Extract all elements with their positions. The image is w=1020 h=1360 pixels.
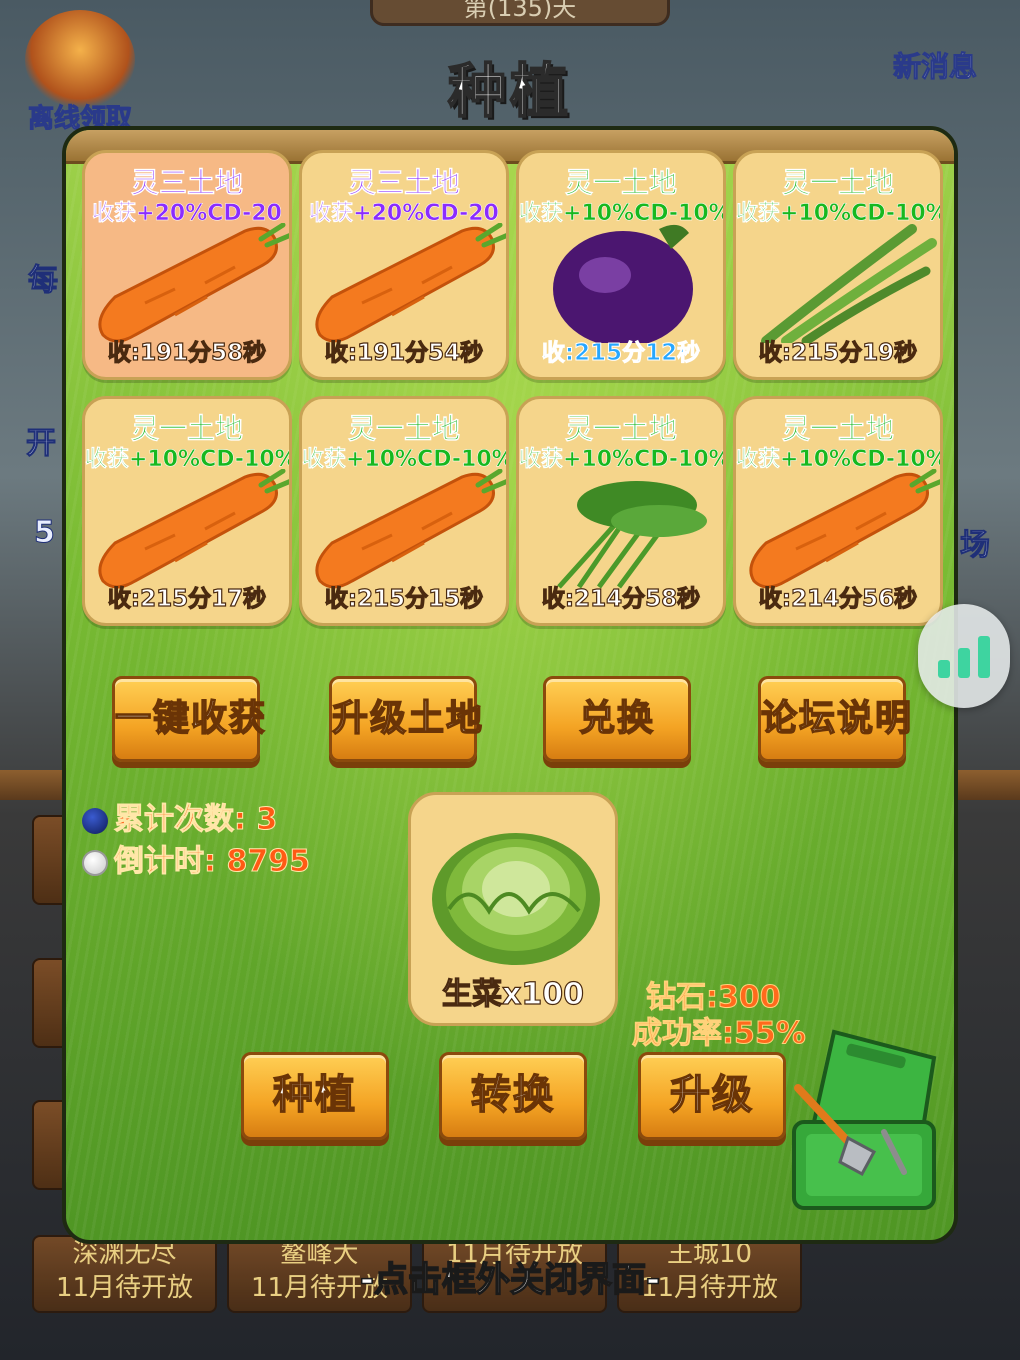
planting-panel: 灵三土地 收获+20%CD-20 收:191分58秒 灵三土地 收获+20%CD-20 收… xyxy=(62,126,958,1244)
plot-timer: 收:215分17秒 xyxy=(107,585,267,612)
seed-slot[interactable]: 生菜x100 xyxy=(408,792,618,1026)
toolbox-icon[interactable] xyxy=(784,1022,954,1222)
new-message-label[interactable]: 新消息 xyxy=(892,45,977,85)
green-bean-icon xyxy=(761,224,937,343)
plot-timer: 收:215分19秒 xyxy=(758,339,918,366)
land-plot[interactable]: 灵三土地 收获+20%CD-20 收:191分58秒 xyxy=(82,150,292,380)
eggplant-icon xyxy=(553,224,693,343)
land-plot[interactable]: 灵一土地 收获+10%CD-10% 收:214分56秒 xyxy=(733,396,943,626)
close-hint: -点击框外关闭界面- xyxy=(359,1259,661,1301)
land-plot[interactable]: 灵一土地 收获+10%CD-10% 收:215分15秒 xyxy=(299,396,509,626)
upgrade-land-button[interactable]: 升级土地 xyxy=(329,676,483,762)
plot-bonus: 收获+10%CD-10% xyxy=(302,447,509,473)
plot-timer: 收:215分15秒 xyxy=(324,585,484,612)
signal-bars-icon xyxy=(938,636,990,678)
countdown-value: 8795 xyxy=(226,844,310,880)
countdown-row: 倒计时: 8795 xyxy=(82,836,310,880)
carrot-icon xyxy=(749,469,940,589)
clock-icon xyxy=(82,849,108,876)
total-count-row: 累计次数: 3 xyxy=(82,794,278,838)
panel-title: 种植 xyxy=(447,56,572,126)
bg-side-fragment: 每 xyxy=(28,263,59,299)
land-plot[interactable]: 灵一土地 收获+10%CD-10% 收:215分12秒 xyxy=(516,150,726,380)
total-count-value: 3 xyxy=(256,802,278,838)
plot-bonus: 收获+10%CD-10% xyxy=(85,447,292,473)
land-plot[interactable]: 灵一土地 收获+10%CD-10% 收:215分19秒 xyxy=(733,150,943,380)
carrot-icon xyxy=(98,469,289,589)
total-count-label: 累计次数: xyxy=(114,802,247,838)
forum-info-button[interactable]: 论坛说明 xyxy=(758,676,912,762)
carrot-icon xyxy=(98,223,289,343)
lettuce-icon xyxy=(432,833,600,965)
carrot-icon xyxy=(315,469,506,589)
bomb-icon xyxy=(82,807,108,834)
convert-button[interactable]: 转换 xyxy=(439,1052,587,1140)
countdown-label: 倒计时: xyxy=(114,844,217,880)
day-counter-banner: 第(135)天 xyxy=(370,0,670,26)
plot-bonus: 收获+10%CD-10% xyxy=(736,201,943,227)
plot-bonus: 收获+10%CD-10% xyxy=(519,201,726,227)
harvest-all-button[interactable]: 一键收获 xyxy=(112,676,266,762)
plot-bonus: 收获+20%CD-20 xyxy=(92,201,282,227)
bg-side-fragment: 开 xyxy=(26,426,57,462)
plant-button[interactable]: 种植 xyxy=(241,1052,389,1140)
offline-reward-icon[interactable] xyxy=(25,10,135,110)
exchange-button[interactable]: 兑换 xyxy=(543,676,691,762)
plot-bonus: 收获+10%CD-10% xyxy=(519,447,726,473)
plot-timer: 收:214分56秒 xyxy=(758,585,918,612)
plot-timer: 收:191分54秒 xyxy=(324,339,484,366)
plot-bonus: 收获+10%CD-10% xyxy=(736,447,943,473)
floating-stats-button[interactable] xyxy=(918,604,1010,708)
bg-side-fragment: 5 xyxy=(34,515,56,551)
seed-label: 生菜x100 xyxy=(441,976,584,1012)
plot-timer: 收:191分58秒 xyxy=(107,339,267,366)
plot-bonus: 收获+20%CD-20 xyxy=(309,201,499,227)
carrot-icon xyxy=(315,223,506,343)
upgrade-button[interactable]: 升级 xyxy=(638,1052,786,1140)
plot-timer: 收:215分12秒 xyxy=(541,340,701,367)
bg-side-fragment: 场 xyxy=(960,528,991,564)
land-plot[interactable]: 灵一土地 收获+10%CD-10% 收:215分17秒 xyxy=(82,396,292,626)
land-plot[interactable]: 灵三土地 收获+20%CD-20 收:191分54秒 xyxy=(299,150,509,380)
success-rate: 成功率:55% xyxy=(632,1016,807,1052)
land-plot[interactable]: 灵一土地 收获+10%CD-10% 收:214分58秒 xyxy=(516,396,726,626)
plot-timer: 收:214分58秒 xyxy=(541,585,701,612)
water-spinach-icon xyxy=(557,481,707,589)
